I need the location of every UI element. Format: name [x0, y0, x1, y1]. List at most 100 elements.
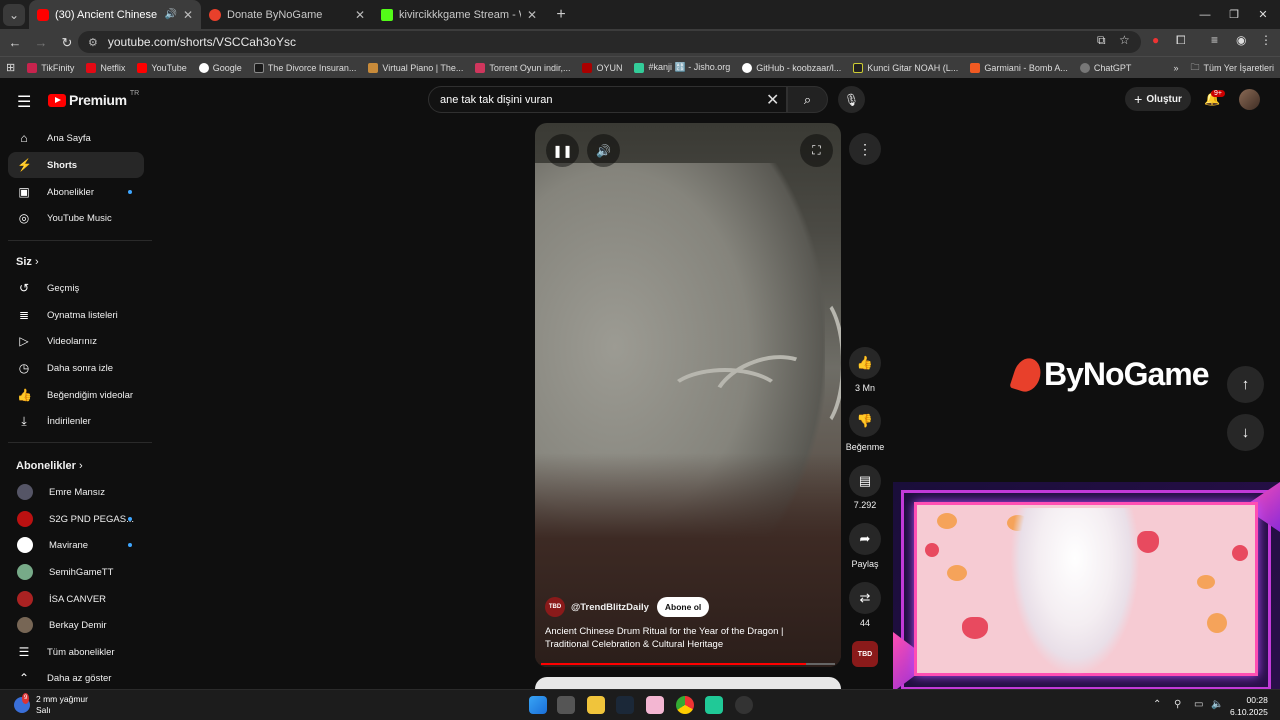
sidebar-item-downloads[interactable]: ⤓ İndirilenler — [8, 408, 144, 434]
close-tab-icon[interactable]: ✕ — [527, 8, 537, 22]
all-bookmarks[interactable]: 🗀 Tüm Yer İşaretleri — [1184, 60, 1280, 76]
new-tab-button[interactable]: + — [549, 3, 573, 27]
tray-overflow-icon[interactable]: ⌃ — [1153, 699, 1161, 710]
search-input[interactable]: ane tak tak dişini vuran — [428, 86, 787, 113]
profile-icon[interactable]: ◉ — [1236, 33, 1246, 47]
task-view-icon[interactable] — [557, 696, 575, 714]
create-button[interactable]: + Oluştur — [1125, 87, 1191, 111]
bookmark-youtube[interactable]: YouTube — [131, 62, 192, 73]
hamburger-menu-icon[interactable]: ☰ — [17, 92, 31, 112]
browser-menu-icon[interactable]: ⋮ — [1260, 33, 1272, 47]
app-icon[interactable] — [705, 696, 723, 714]
section-you-header[interactable]: Siz › — [16, 256, 39, 268]
chrome-icon[interactable] — [676, 696, 694, 714]
short-title[interactable]: Ancient Chinese Drum Ritual for the Year… — [545, 625, 825, 651]
close-tab-icon[interactable]: ✕ — [355, 8, 365, 22]
sidebar-channel[interactable]: Berkay Demir — [8, 612, 144, 638]
video-progress-bar[interactable] — [541, 663, 835, 665]
back-icon[interactable]: ← — [2, 30, 28, 56]
tray-app-icon[interactable]: ⚲ — [1174, 699, 1181, 710]
youtube-premium-logo[interactable]: Premium TR — [48, 90, 139, 108]
bookmark-torrent[interactable]: Torrent Oyun indir,... — [469, 62, 576, 73]
weather-widget[interactable]: 9 2 mm yağmur Salı — [14, 693, 88, 716]
reload-icon[interactable]: ↻ — [54, 30, 80, 56]
bookmark-divorce-insurance[interactable]: The Divorce Insuran... — [248, 62, 363, 73]
sidebar-channel[interactable]: SemihGameTT — [8, 559, 144, 585]
subscribe-button[interactable]: Abone ol — [656, 597, 710, 617]
avatar[interactable] — [1239, 89, 1260, 110]
apps-grid-icon[interactable]: ⊞ — [0, 61, 21, 74]
more-bookmarks-icon[interactable]: » — [1167, 63, 1184, 73]
minimize-icon[interactable]: — — [1190, 0, 1220, 29]
sidebar-item-shorts[interactable]: ⚡ Shorts — [8, 152, 144, 178]
section-subscriptions-header[interactable]: Abonelikler › — [16, 460, 83, 472]
sidebar-item-show-less[interactable]: ⌃ Daha az göster — [8, 665, 144, 691]
bookmark-oyun[interactable]: OYUN — [576, 62, 628, 73]
sidebar-item-all-subscriptions[interactable]: ☰ Tüm abonelikler — [8, 639, 144, 665]
channel-name[interactable]: @TrendBlitzDaily — [571, 602, 649, 613]
system-clock[interactable]: 00:28 6.10.2025 — [1230, 694, 1268, 718]
tab-search-button[interactable]: ⌄ — [3, 3, 25, 26]
app-icon[interactable] — [646, 696, 664, 714]
previous-short-button[interactable]: ↑ — [1227, 366, 1264, 403]
sound-source-thumbnail[interactable]: TBD — [852, 641, 878, 667]
short-video-player[interactable]: ❚❚ 🔊 ⛶ — [535, 123, 841, 667]
sidebar-channel[interactable]: Emre Mansız — [8, 479, 144, 505]
tab-youtube[interactable]: (30) Ancient Chinese Drum 🔊 ✕ — [29, 0, 201, 29]
windows-start-icon[interactable] — [529, 696, 547, 714]
bookmark-netflix[interactable]: Netflix — [80, 62, 131, 73]
search-button[interactable]: ⌕ — [787, 86, 828, 113]
extension-icon[interactable]: ● — [1152, 33, 1159, 47]
sidebar-item-subscriptions[interactable]: ▣ Abonelikler — [8, 179, 144, 205]
remix-button[interactable]: ⇄ — [849, 582, 881, 614]
app-icon[interactable] — [735, 696, 753, 714]
sidebar-channel[interactable]: Mavirane — [8, 532, 144, 558]
tab-bynogame[interactable]: Donate ByNoGame ✕ — [201, 0, 373, 29]
sidebar-item-your-videos[interactable]: ▷ Videolarınız — [8, 328, 144, 354]
sidebar-item-watch-later[interactable]: ◷ Daha sonra izle — [8, 355, 144, 381]
site-info-icon[interactable]: ⚙ — [88, 36, 98, 49]
tab-kick[interactable]: kivircikkkgame Stream - Watch ✕ — [373, 0, 545, 29]
extensions-puzzle-icon[interactable]: ⧠ — [1176, 33, 1186, 48]
steam-icon[interactable] — [616, 696, 634, 714]
bookmark-tikfinity[interactable]: TikFinity — [21, 62, 80, 73]
sidebar-item-home[interactable]: ⌂ Ana Sayfa — [8, 125, 144, 151]
like-button[interactable]: 👍 — [849, 347, 881, 379]
restore-icon[interactable]: ❐ — [1219, 0, 1249, 29]
speaker-icon[interactable]: 🔊 — [164, 9, 176, 20]
cast-icon[interactable]: ⧉ — [1097, 33, 1106, 48]
bookmark-kunci-gitar[interactable]: Kunci Gitar NOAH (L... — [847, 62, 964, 73]
volume-button[interactable]: 🔊 — [587, 134, 620, 167]
forward-icon[interactable]: → — [28, 30, 54, 56]
bookmark-virtual-piano[interactable]: Virtual Piano | The... — [362, 62, 469, 73]
sidebar-item-liked-videos[interactable]: 👍 Beğendiğim videolar — [8, 382, 144, 408]
bookmark-google[interactable]: Google — [193, 62, 248, 73]
url-bar[interactable]: ⚙ youtube.com/shorts/VSCCah3oYsc — [78, 31, 1141, 53]
more-options-button[interactable]: ⋮ — [849, 133, 881, 165]
bookmark-chatgpt[interactable]: ChatGPT — [1074, 62, 1138, 73]
speaker-icon[interactable]: 🔈 — [1211, 699, 1223, 710]
voice-search-button[interactable]: 🎙 — [838, 86, 865, 113]
channel-avatar[interactable]: TBD — [545, 597, 565, 617]
close-window-icon[interactable]: ✕ — [1248, 0, 1278, 29]
tab-list-icon[interactable]: ≡ — [1211, 33, 1218, 47]
sidebar-channel[interactable]: İSA CANVER — [8, 586, 144, 612]
sidebar-item-history[interactable]: ↺ Geçmiş — [8, 275, 144, 301]
clear-search-icon[interactable]: ✕ — [766, 90, 779, 110]
bookmark-jisho[interactable]: #kanji 🔠 - Jisho.org — [628, 62, 736, 73]
comments-button[interactable]: ▤ — [849, 465, 881, 497]
share-button[interactable]: ➦ — [849, 523, 881, 555]
network-icon[interactable]: ▭ — [1194, 699, 1203, 710]
sidebar-item-youtube-music[interactable]: ◎ YouTube Music — [8, 205, 144, 231]
bookmark-garmiani[interactable]: Garmiani - Bomb A... — [964, 62, 1074, 73]
sidebar-item-playlists[interactable]: ≣ Oynatma listeleri — [8, 302, 144, 328]
sidebar-channel[interactable]: S2G PND PEGAS... — [8, 506, 144, 532]
bookmark-github[interactable]: GitHub - koobzaar/l... — [736, 62, 847, 73]
pause-button[interactable]: ❚❚ — [546, 134, 579, 167]
bookmark-star-icon[interactable]: ☆ — [1119, 33, 1130, 47]
close-tab-icon[interactable]: ✕ — [183, 8, 193, 22]
dislike-button[interactable]: 👎 — [849, 405, 881, 437]
next-short-button[interactable]: ↓ — [1227, 414, 1264, 451]
fullscreen-button[interactable]: ⛶ — [800, 134, 833, 167]
file-explorer-icon[interactable] — [587, 696, 605, 714]
